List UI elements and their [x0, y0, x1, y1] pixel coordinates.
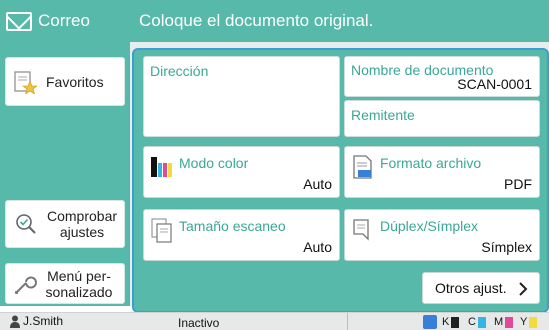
file-format-button[interactable]: Formato archivo PDF: [344, 146, 540, 198]
ink-c-label: C: [468, 316, 476, 328]
scan-size-button[interactable]: Tamaño escaneo Auto: [143, 209, 340, 261]
ink-m-label: M: [494, 316, 504, 328]
ink-m-swatch: [505, 316, 514, 328]
scan-size-value: Auto: [303, 239, 332, 255]
ink-y-label: Y: [520, 316, 528, 328]
scan-size-title: Tamaño escaneo: [179, 218, 286, 234]
address-title: Dirección: [150, 63, 209, 79]
duplex-button[interactable]: Dúplex/Símplex Símplex: [344, 209, 540, 261]
favorites-icon: [14, 70, 37, 94]
sidebar: Favoritos Comprobar ajustes Menú per- so…: [0, 42, 130, 306]
mode-tab[interactable]: Correo: [6, 6, 90, 36]
sender-field[interactable]: Remitente: [344, 100, 540, 137]
ink-k-label: K: [442, 316, 450, 328]
main-area: Dirección Nombre de documento SCAN-0001 …: [130, 42, 549, 313]
status-divider: [347, 313, 348, 330]
color-mode-value: Auto: [303, 176, 332, 192]
file-format-value: PDF: [504, 176, 532, 192]
mail-icon: [6, 11, 32, 31]
ink-m-indicator: M: [494, 316, 514, 328]
ink-k-indicator: K: [442, 316, 460, 328]
ink-k-swatch: [451, 316, 460, 328]
check-settings-button[interactable]: Comprobar ajustes: [5, 200, 125, 248]
wrench-icon: [14, 276, 37, 294]
file-format-title: Formato archivo: [380, 155, 482, 171]
chevron-right-icon: [519, 282, 528, 296]
document-name-field[interactable]: Nombre de documento SCAN-0001: [344, 56, 540, 97]
mode-label: Correo: [38, 11, 90, 30]
custom-menu-label: Menú per- sonalizado: [45, 267, 113, 300]
duplex-title: Dúplex/Símplex: [380, 218, 479, 234]
other-settings-label: Otros ajust.: [435, 280, 507, 296]
favorites-button[interactable]: Favoritos: [5, 57, 125, 106]
ink-c-swatch: [477, 316, 486, 328]
status-message: Coloque el documento original.: [139, 11, 374, 30]
ink-c-indicator: C: [468, 316, 486, 328]
color-mode-icon: [151, 157, 172, 177]
user-icon: [10, 315, 20, 328]
document-name-value: SCAN-0001: [457, 76, 532, 92]
ink-y-swatch: [529, 316, 538, 328]
other-settings-button[interactable]: Otros ajust.: [422, 272, 540, 304]
custom-menu-button[interactable]: Menú per- sonalizado: [5, 263, 125, 304]
check-settings-label: Comprobar ajustes: [46, 208, 118, 240]
status-bar: J.Smith Inactivo K C M Y: [0, 312, 549, 330]
sender-title: Remitente: [351, 107, 415, 123]
user-name: J.Smith: [23, 314, 64, 328]
color-mode-title: Modo color: [179, 155, 249, 171]
duplex-icon: [353, 219, 369, 241]
address-field[interactable]: Dirección: [143, 56, 340, 137]
ink-y-indicator: Y: [520, 316, 538, 328]
user-indicator[interactable]: J.Smith: [10, 314, 63, 328]
header-bar: Correo Coloque el documento original.: [0, 0, 549, 42]
favorites-label: Favoritos: [46, 73, 104, 90]
network-icon: [423, 315, 437, 329]
duplex-value: Símplex: [481, 239, 532, 255]
file-format-icon: [353, 155, 372, 179]
color-mode-button[interactable]: Modo color Auto: [143, 146, 340, 198]
magnifier-check-icon: [16, 214, 36, 234]
settings-panel: Dirección Nombre de documento SCAN-0001 …: [132, 48, 549, 313]
machine-state: Inactivo: [178, 316, 220, 330]
scan-size-icon: [151, 218, 172, 243]
